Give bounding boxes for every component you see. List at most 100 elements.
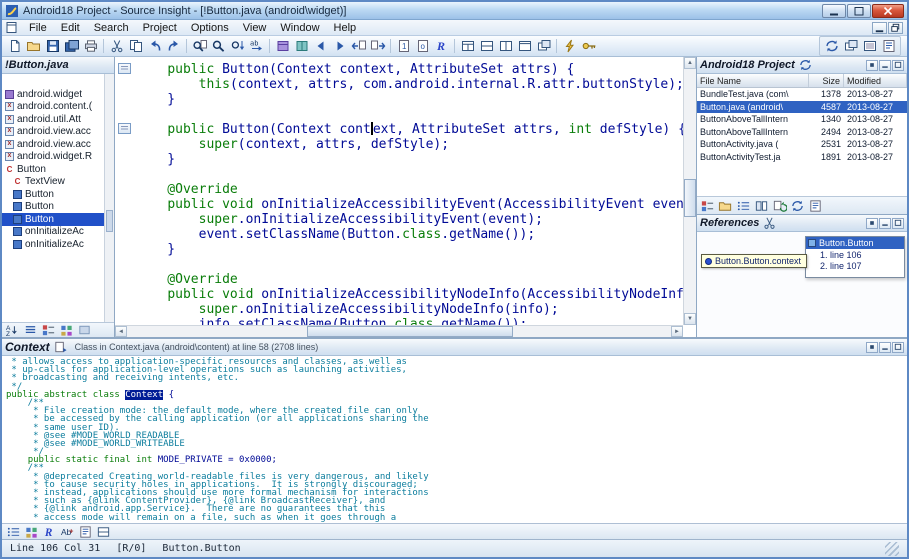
menu-search[interactable]: Search [87,21,136,35]
reference-line[interactable]: 2. line 107 [806,260,904,271]
scrollbar-thumb[interactable] [306,326,514,337]
context-line[interactable]: public abstract class Context { [6,389,907,400]
symbol-item[interactable]: onInitializeAc [2,226,104,239]
symbol-item[interactable]: android.widget.R [2,151,104,164]
sync-file-icon[interactable] [771,199,788,213]
context-code-area[interactable]: * allows access to application-specific … [2,356,907,523]
resize-grip[interactable] [885,541,899,556]
keyboard-help-icon[interactable] [579,37,598,55]
doc-toggle-ic[interactable]: 1 [394,37,413,55]
scroll-right-arrow[interactable]: ► [671,326,683,337]
jump-def-icon[interactable] [368,37,387,55]
menu-file[interactable]: File [22,21,54,35]
search-icon[interactable] [209,37,228,55]
file-row[interactable]: ButtonAboveTallIntern 2494 2013-08-27 [697,126,907,139]
view-symbols-icon[interactable] [699,199,716,213]
scrollbar-track[interactable] [684,69,696,313]
project-maximize-button[interactable] [892,59,904,71]
close-button[interactable] [872,3,904,18]
context-line[interactable]: * @see #MODE_WORLD_WRITEABLE [6,439,907,448]
code-line[interactable] [136,257,683,272]
code-line[interactable]: public void onInitializeAccessibilityNod… [136,287,683,302]
references-tools-icon[interactable] [762,216,777,230]
project-sync-icon[interactable] [798,58,813,72]
symbol-item[interactable]: android.view.acc [2,138,104,151]
code-line[interactable]: public Button(Context context, Attribute… [136,62,683,77]
scroll-up-arrow[interactable]: ▲ [684,57,696,69]
doc-list-icon[interactable] [77,525,94,539]
column-header-name[interactable]: File Name [697,74,809,87]
doc-lock-icon[interactable]: o [413,37,432,55]
view-files-icon[interactable] [717,199,734,213]
column-header-size[interactable]: Size [809,74,844,87]
editor-horizontal-scrollbar[interactable]: ◄ ► [115,325,683,337]
code-line[interactable]: super(context, attrs, defStyle); [136,137,683,152]
symbol-item[interactable]: Button [2,188,104,201]
window-split-icon[interactable] [95,525,112,539]
save-all-icon[interactable] [62,37,81,55]
context-maximize-button[interactable] [892,341,904,353]
file-row[interactable]: BundleTest.java (com\ 1378 2013-08-27 [697,88,907,101]
fold-marker[interactable] [118,123,131,134]
scrollbar-track[interactable] [127,326,671,337]
case-icon[interactable]: Ab [59,525,76,539]
context-line[interactable]: * broadcasting and receiving intents, et… [6,374,907,383]
file-row[interactable]: ButtonActivity.java (2531 2013-08-27 [697,138,907,151]
view-mixed-icon[interactable] [753,199,770,213]
code-line[interactable]: } [136,152,683,167]
file-props-icon[interactable] [879,37,898,55]
code-line[interactable]: public void onInitializeAccessibilityEve… [136,197,683,212]
view-symbols-icon[interactable] [40,323,57,337]
context-line[interactable]: * be accessed by the calling application… [6,415,907,424]
mdi-restore-button[interactable] [888,21,903,34]
context-pin-button[interactable] [866,341,878,353]
print-icon[interactable] [81,37,100,55]
references-pin-button[interactable] [866,217,878,229]
context-minimize-button[interactable] [879,341,891,353]
code-line[interactable]: @Override [136,272,683,287]
code-editor[interactable]: public Button(Context context, Attribute… [115,57,696,337]
code-line[interactable]: event.setClassName(Button.class.getName(… [136,227,683,242]
lightning-icon[interactable] [560,37,579,55]
forward-icon[interactable] [330,37,349,55]
code-line[interactable]: super.onInitializeAccessibilityNodeInfo(… [136,302,683,317]
view-options-icon[interactable] [76,323,93,337]
minimize-button[interactable] [822,3,846,18]
symbol-item[interactable]: onInitializeAc [2,238,104,251]
save-icon[interactable] [43,37,62,55]
symbol-item[interactable]: android.view.acc [2,126,104,139]
view-details-icon[interactable] [735,199,752,213]
refresh-icon[interactable] [789,199,806,213]
title-bar[interactable]: Android18 Project - Source Insight - [!B… [2,2,907,20]
symbol-window-header[interactable]: !Button.java [2,57,114,74]
file-row[interactable]: ButtonActivityTest.ja 1891 2013-08-27 [697,151,907,164]
menu-project[interactable]: Project [136,21,184,35]
symbol-list-icon[interactable] [5,525,22,539]
open-icon[interactable] [24,37,43,55]
search-files-icon[interactable] [190,37,209,55]
view-list-icon[interactable] [22,323,39,337]
window-list-icon[interactable] [860,37,879,55]
file-props-icon[interactable] [807,199,824,213]
menu-window[interactable]: Window [273,21,326,35]
references-icon[interactable]: R [41,525,58,539]
file-row[interactable]: Button.java (android\ 4587 2013-08-27 [697,100,907,113]
menu-help[interactable]: Help [327,21,364,35]
nav-cycle-icon[interactable] [822,37,841,55]
reference-symbol-header[interactable]: Button.Button [806,237,904,249]
code-line[interactable]: info.setClassName(Button.class.getName()… [136,317,683,325]
code-line[interactable]: } [136,242,683,257]
context-line[interactable]: public static final int MODE_PRIVATE = 0… [6,456,907,465]
menu-edit[interactable]: Edit [54,21,87,35]
cut-icon[interactable] [107,37,126,55]
full-window-icon[interactable] [515,37,534,55]
symbol-item[interactable]: android.widget [2,88,104,101]
jump-caller-icon[interactable] [349,37,368,55]
maximize-button[interactable] [847,3,871,18]
new-file-icon[interactable] [5,37,24,55]
scrollbar-thumb[interactable] [106,210,113,233]
back-icon[interactable] [311,37,330,55]
copy-icon[interactable] [126,37,145,55]
project-minimize-button[interactable] [879,59,891,71]
menu-view[interactable]: View [236,21,274,35]
